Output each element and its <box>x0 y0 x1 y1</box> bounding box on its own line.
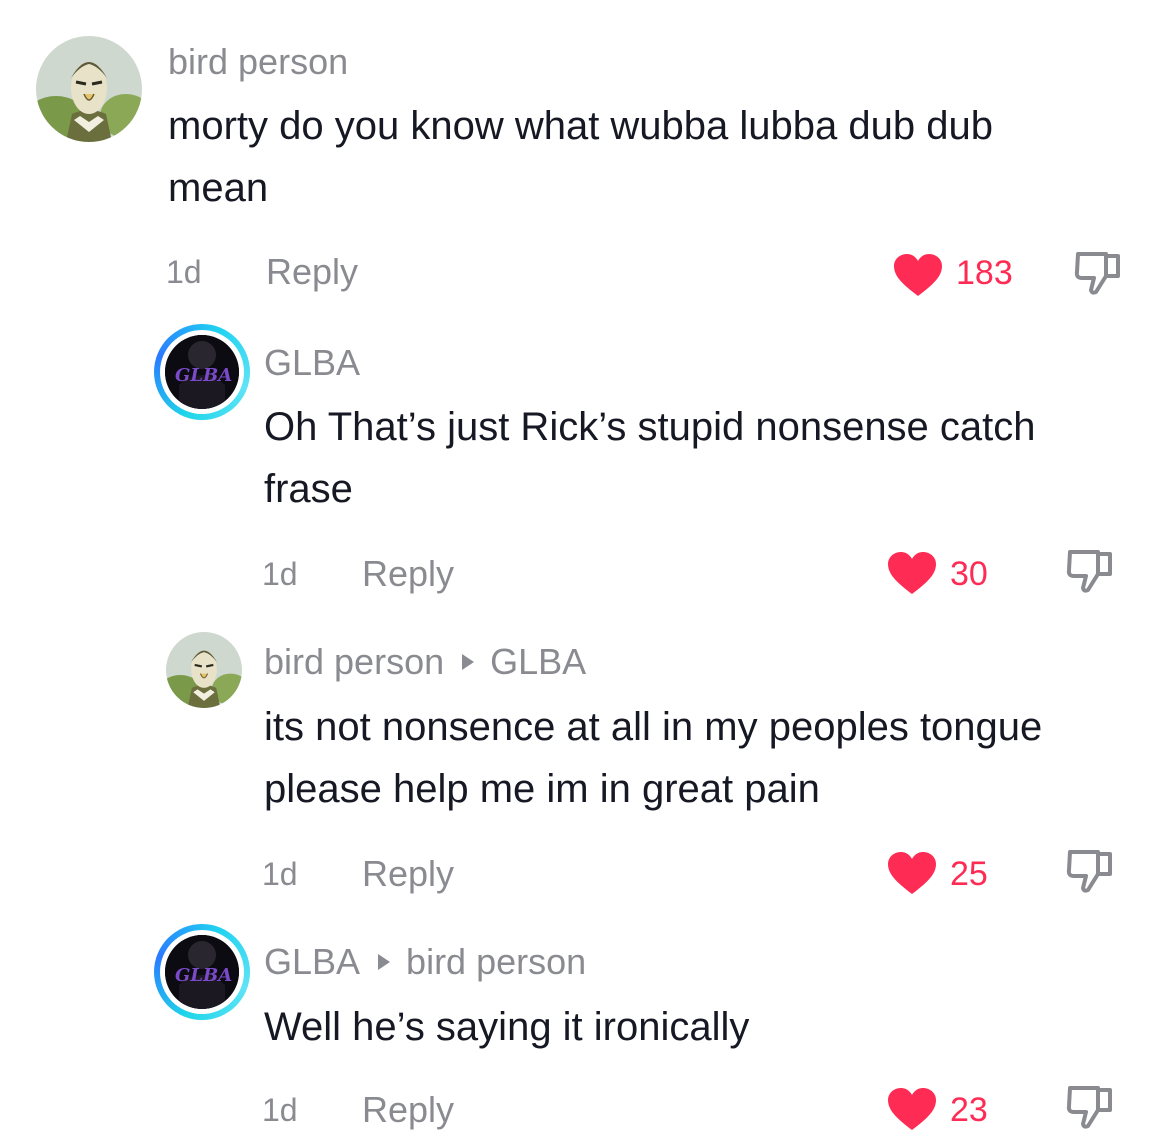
like-count: 183 <box>956 254 1013 292</box>
username-text[interactable]: GLBA <box>264 342 360 383</box>
comment-username: bird person GLBA <box>264 644 586 680</box>
thumbs-down-icon[interactable] <box>1064 1080 1116 1132</box>
username-text[interactable]: bird person <box>168 41 348 82</box>
comment-text: Oh That’s just Rick’s stupid nonsense ca… <box>264 405 1036 511</box>
glba-avatar[interactable]: GLBA <box>154 924 250 1020</box>
heart-icon[interactable] <box>886 850 938 896</box>
username-text[interactable]: GLBA <box>264 941 360 982</box>
comment-username[interactable]: bird person <box>168 44 348 80</box>
comment-item: bird person morty do you know what wubba… <box>0 0 1170 310</box>
thumbs-down-icon[interactable] <box>1064 544 1116 596</box>
glba-avatar[interactable]: GLBA <box>154 324 250 420</box>
caret-right-icon <box>378 954 391 971</box>
bird-person-avatar[interactable] <box>36 36 142 142</box>
bird-person-avatar[interactable] <box>166 632 242 708</box>
comment-timestamp: 1d <box>262 1092 298 1128</box>
like-count: 25 <box>950 855 988 893</box>
comment-item: GLBA GLBA Oh That’s just Rick’s stupid n… <box>0 310 1170 610</box>
caret-right-icon <box>462 654 475 671</box>
comment-timestamp: 1d <box>262 556 298 592</box>
comment-item: bird person GLBA its not nonsence at all … <box>0 610 1170 910</box>
username-text[interactable]: bird person <box>264 641 444 682</box>
reply-button[interactable]: Reply <box>362 1092 454 1128</box>
avatar-image: GLBA <box>165 335 239 409</box>
svg-text:GLBA: GLBA <box>175 965 232 986</box>
reply-button[interactable]: Reply <box>266 254 358 290</box>
reply-button[interactable]: Reply <box>362 556 454 592</box>
comment-text: Well he’s saying it ironically <box>264 1005 750 1049</box>
heart-icon[interactable] <box>886 1086 938 1132</box>
like-count: 23 <box>950 1091 988 1129</box>
heart-icon[interactable] <box>892 252 944 298</box>
comment-item: GLBA GLBA bird person Well he’s saying it… <box>0 910 1170 1144</box>
comment-text: its not nonsence at all in my peoples to… <box>264 705 1043 811</box>
reply-to-username[interactable]: bird person <box>406 941 586 982</box>
comment-text: morty do you know what wubba lubba dub d… <box>168 104 993 210</box>
reply-button[interactable]: Reply <box>362 856 454 892</box>
avatar-image: GLBA <box>165 935 239 1009</box>
comment-timestamp: 1d <box>262 856 298 892</box>
heart-icon[interactable] <box>886 550 938 596</box>
comment-username: GLBA bird person <box>264 944 586 980</box>
comment-timestamp: 1d <box>166 254 202 290</box>
thumbs-down-icon[interactable] <box>1072 246 1124 298</box>
comment-username[interactable]: GLBA <box>264 345 360 381</box>
thumbs-down-icon[interactable] <box>1064 844 1116 896</box>
svg-text:GLBA: GLBA <box>175 365 232 386</box>
like-count: 30 <box>950 555 988 593</box>
reply-to-username[interactable]: GLBA <box>490 641 586 682</box>
